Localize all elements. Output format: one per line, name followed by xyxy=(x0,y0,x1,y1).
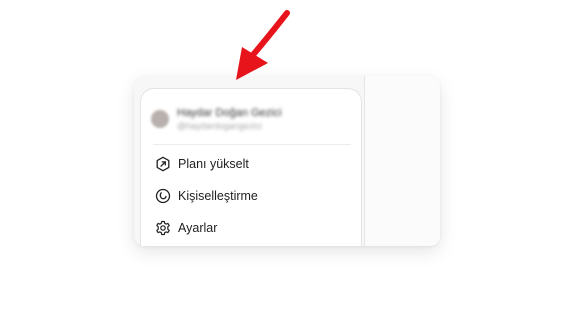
user-profile-header[interactable]: Haydar Doğan Gezici @haydardogangezici xyxy=(151,103,351,135)
menu-item-personalization[interactable]: Kişiselleştirme xyxy=(155,185,351,207)
avatar xyxy=(151,110,169,128)
screen: Haydar Doğan Gezici @haydardogangezici P… xyxy=(0,0,574,323)
upgrade-plan-icon xyxy=(155,156,171,172)
user-info: Haydar Doğan Gezici @haydardogangezici xyxy=(177,106,282,132)
menu-item-label: Planı yükselt xyxy=(178,157,249,171)
menu-item-label: Ayarlar xyxy=(178,221,218,235)
panel-right-area xyxy=(365,76,440,246)
menu-item-label: Kişiselleştirme xyxy=(178,189,258,203)
user-handle: @haydardogangezici xyxy=(177,121,262,131)
profile-dropdown-menu: Haydar Doğan Gezici @haydardogangezici P… xyxy=(140,88,362,246)
popover-panel: Haydar Doğan Gezici @haydardogangezici P… xyxy=(134,76,440,246)
user-name: Haydar Doğan Gezici xyxy=(177,107,282,119)
menu-item-upgrade-plan[interactable]: Planı yükselt xyxy=(155,153,351,175)
settings-gear-icon xyxy=(155,220,171,236)
menu-divider xyxy=(153,144,351,145)
menu-item-settings[interactable]: Ayarlar xyxy=(155,217,351,239)
personalization-icon xyxy=(155,188,171,204)
